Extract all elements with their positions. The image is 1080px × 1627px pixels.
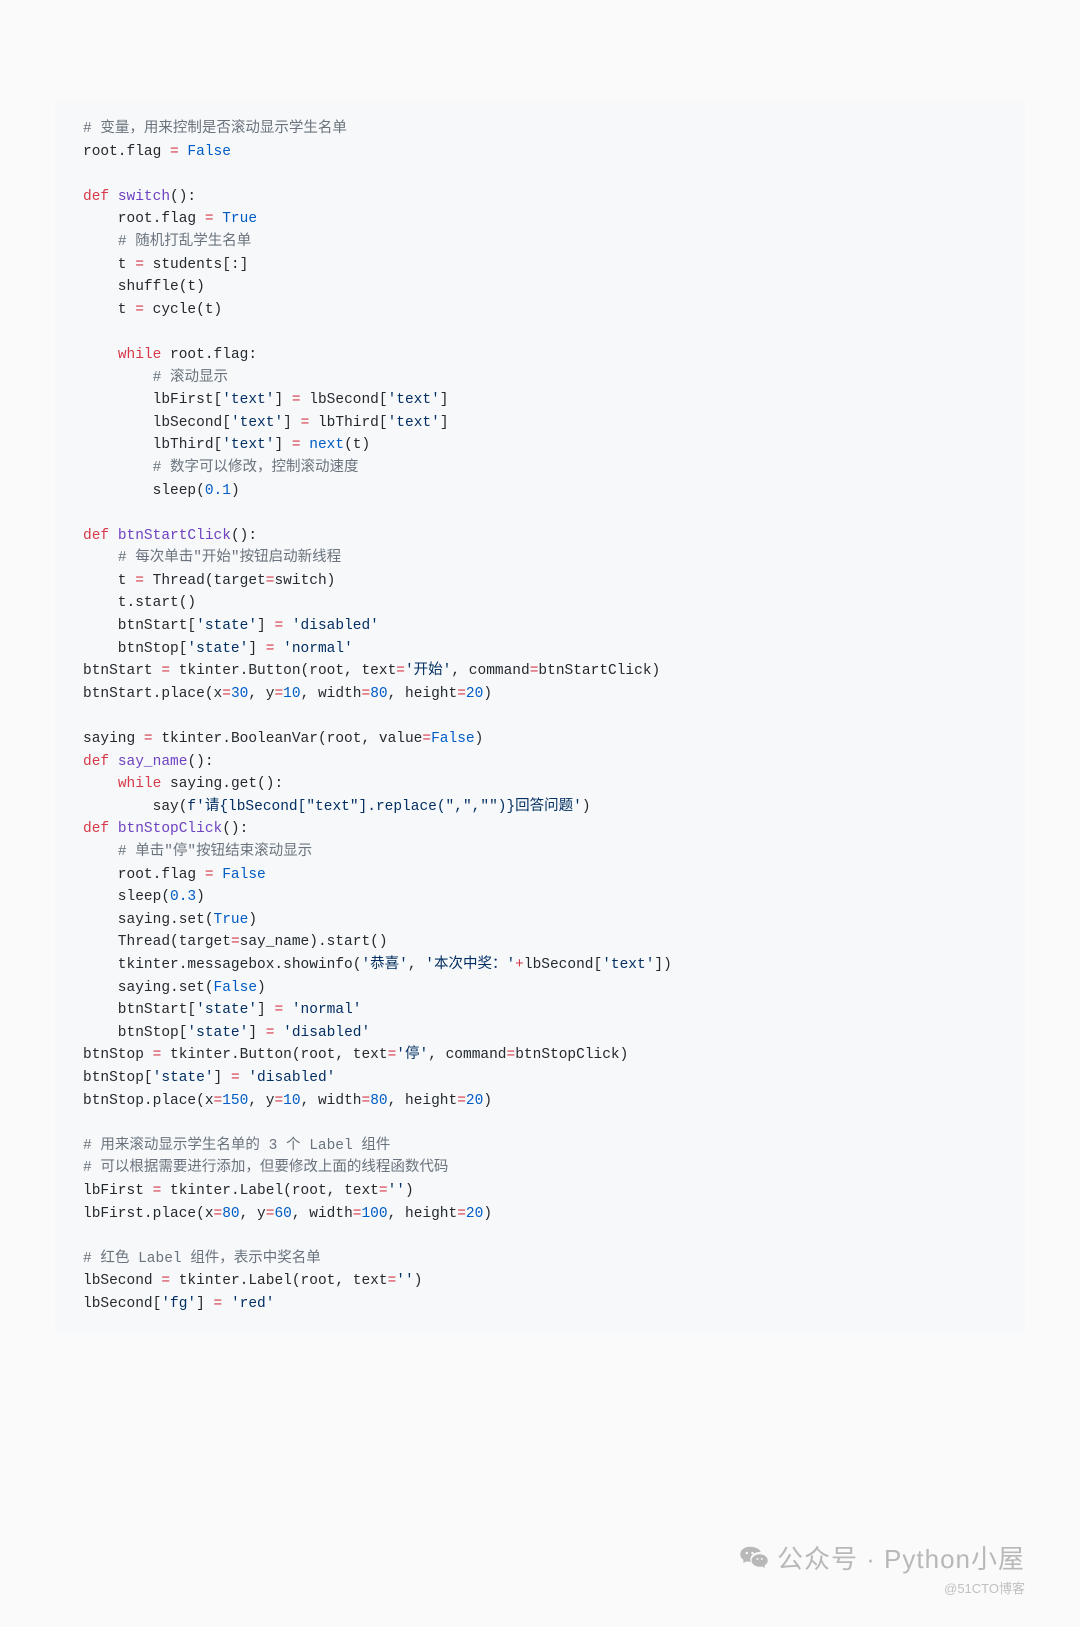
- watermark-text: 公众号 · Python小屋: [777, 1539, 1025, 1576]
- watermark: 公众号 · Python小屋 @51CTO博客: [739, 1539, 1025, 1597]
- watermark-attribution: @51CTO博客: [739, 1578, 1025, 1597]
- code-block: # 变量，用来控制是否滚动显示学生名单 root.flag = False de…: [55, 100, 1025, 1333]
- wechat-icon: [739, 1543, 769, 1573]
- watermark-line1: 公众号 · Python小屋: [739, 1539, 1025, 1576]
